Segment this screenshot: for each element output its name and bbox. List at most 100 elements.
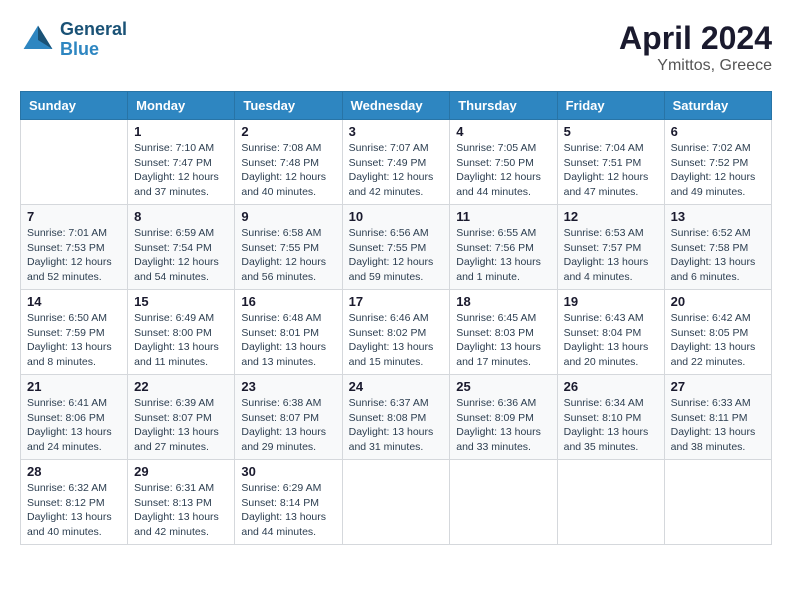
sunset: Sunset: 8:02 PM [349, 326, 444, 341]
sunset: Sunset: 7:51 PM [564, 156, 658, 171]
day-number: 6 [671, 124, 765, 139]
daylight: Daylight: 12 hours and 49 minutes. [671, 170, 765, 199]
sunrise: Sunrise: 6:34 AM [564, 396, 658, 411]
day-number: 14 [27, 294, 121, 309]
day-info: Sunrise: 6:31 AM Sunset: 8:13 PM Dayligh… [134, 481, 228, 540]
calendar-cell: 5 Sunrise: 7:04 AM Sunset: 7:51 PM Dayli… [557, 120, 664, 205]
daylight: Daylight: 13 hours and 13 minutes. [241, 340, 335, 369]
sunset: Sunset: 8:13 PM [134, 496, 228, 511]
daylight: Daylight: 13 hours and 22 minutes. [671, 340, 765, 369]
day-info: Sunrise: 6:32 AM Sunset: 8:12 PM Dayligh… [27, 481, 121, 540]
sunset: Sunset: 8:14 PM [241, 496, 335, 511]
day-info: Sunrise: 6:45 AM Sunset: 8:03 PM Dayligh… [456, 311, 550, 370]
calendar-cell: 10 Sunrise: 6:56 AM Sunset: 7:55 PM Dayl… [342, 205, 450, 290]
daylight: Daylight: 13 hours and 27 minutes. [134, 425, 228, 454]
daylight: Daylight: 13 hours and 33 minutes. [456, 425, 550, 454]
day-number: 8 [134, 209, 228, 224]
calendar-cell: 11 Sunrise: 6:55 AM Sunset: 7:56 PM Dayl… [450, 205, 557, 290]
daylight: Daylight: 13 hours and 38 minutes. [671, 425, 765, 454]
daylight: Daylight: 13 hours and 29 minutes. [241, 425, 335, 454]
day-info: Sunrise: 7:10 AM Sunset: 7:47 PM Dayligh… [134, 141, 228, 200]
sunrise: Sunrise: 7:04 AM [564, 141, 658, 156]
day-info: Sunrise: 6:29 AM Sunset: 8:14 PM Dayligh… [241, 481, 335, 540]
calendar-week-row: 28 Sunrise: 6:32 AM Sunset: 8:12 PM Dayl… [21, 460, 772, 545]
day-number: 2 [241, 124, 335, 139]
sunrise: Sunrise: 6:32 AM [27, 481, 121, 496]
sunrise: Sunrise: 6:50 AM [27, 311, 121, 326]
calendar-cell: 18 Sunrise: 6:45 AM Sunset: 8:03 PM Dayl… [450, 290, 557, 375]
calendar-week-row: 1 Sunrise: 7:10 AM Sunset: 7:47 PM Dayli… [21, 120, 772, 205]
calendar-cell: 12 Sunrise: 6:53 AM Sunset: 7:57 PM Dayl… [557, 205, 664, 290]
calendar-table: SundayMondayTuesdayWednesdayThursdayFrid… [20, 91, 772, 545]
sunrise: Sunrise: 6:52 AM [671, 226, 765, 241]
calendar-cell: 19 Sunrise: 6:43 AM Sunset: 8:04 PM Dayl… [557, 290, 664, 375]
daylight: Daylight: 13 hours and 15 minutes. [349, 340, 444, 369]
day-info: Sunrise: 6:41 AM Sunset: 8:06 PM Dayligh… [27, 396, 121, 455]
calendar-cell: 3 Sunrise: 7:07 AM Sunset: 7:49 PM Dayli… [342, 120, 450, 205]
sunrise: Sunrise: 6:58 AM [241, 226, 335, 241]
sunrise: Sunrise: 6:31 AM [134, 481, 228, 496]
daylight: Daylight: 13 hours and 35 minutes. [564, 425, 658, 454]
daylight: Daylight: 12 hours and 52 minutes. [27, 255, 121, 284]
sunset: Sunset: 7:58 PM [671, 241, 765, 256]
calendar-cell: 7 Sunrise: 7:01 AM Sunset: 7:53 PM Dayli… [21, 205, 128, 290]
calendar-cell: 14 Sunrise: 6:50 AM Sunset: 7:59 PM Dayl… [21, 290, 128, 375]
daylight: Daylight: 12 hours and 42 minutes. [349, 170, 444, 199]
day-info: Sunrise: 6:37 AM Sunset: 8:08 PM Dayligh… [349, 396, 444, 455]
sunrise: Sunrise: 7:10 AM [134, 141, 228, 156]
logo-icon [20, 22, 56, 58]
day-info: Sunrise: 6:49 AM Sunset: 8:00 PM Dayligh… [134, 311, 228, 370]
day-info: Sunrise: 6:59 AM Sunset: 7:54 PM Dayligh… [134, 226, 228, 285]
day-info: Sunrise: 6:56 AM Sunset: 7:55 PM Dayligh… [349, 226, 444, 285]
daylight: Daylight: 13 hours and 11 minutes. [134, 340, 228, 369]
day-info: Sunrise: 6:52 AM Sunset: 7:58 PM Dayligh… [671, 226, 765, 285]
calendar-header-row: SundayMondayTuesdayWednesdayThursdayFrid… [21, 92, 772, 120]
sunrise: Sunrise: 6:38 AM [241, 396, 335, 411]
sunset: Sunset: 7:56 PM [456, 241, 550, 256]
day-number: 20 [671, 294, 765, 309]
calendar-cell: 1 Sunrise: 7:10 AM Sunset: 7:47 PM Dayli… [128, 120, 235, 205]
daylight: Daylight: 13 hours and 40 minutes. [27, 510, 121, 539]
sunset: Sunset: 8:07 PM [134, 411, 228, 426]
daylight: Daylight: 13 hours and 17 minutes. [456, 340, 550, 369]
calendar-day-header: Saturday [664, 92, 771, 120]
calendar-day-header: Wednesday [342, 92, 450, 120]
daylight: Daylight: 13 hours and 42 minutes. [134, 510, 228, 539]
calendar-cell [557, 460, 664, 545]
day-info: Sunrise: 7:04 AM Sunset: 7:51 PM Dayligh… [564, 141, 658, 200]
daylight: Daylight: 13 hours and 20 minutes. [564, 340, 658, 369]
day-number: 5 [564, 124, 658, 139]
calendar-week-row: 14 Sunrise: 6:50 AM Sunset: 7:59 PM Dayl… [21, 290, 772, 375]
calendar-cell: 6 Sunrise: 7:02 AM Sunset: 7:52 PM Dayli… [664, 120, 771, 205]
sunrise: Sunrise: 6:36 AM [456, 396, 550, 411]
calendar-cell: 27 Sunrise: 6:33 AM Sunset: 8:11 PM Dayl… [664, 375, 771, 460]
day-info: Sunrise: 6:53 AM Sunset: 7:57 PM Dayligh… [564, 226, 658, 285]
sunset: Sunset: 7:50 PM [456, 156, 550, 171]
daylight: Daylight: 13 hours and 24 minutes. [27, 425, 121, 454]
sunset: Sunset: 8:00 PM [134, 326, 228, 341]
day-number: 28 [27, 464, 121, 479]
day-number: 13 [671, 209, 765, 224]
calendar-cell: 9 Sunrise: 6:58 AM Sunset: 7:55 PM Dayli… [235, 205, 342, 290]
day-info: Sunrise: 6:34 AM Sunset: 8:10 PM Dayligh… [564, 396, 658, 455]
sunset: Sunset: 7:49 PM [349, 156, 444, 171]
sunrise: Sunrise: 6:46 AM [349, 311, 444, 326]
calendar-week-row: 7 Sunrise: 7:01 AM Sunset: 7:53 PM Dayli… [21, 205, 772, 290]
sunrise: Sunrise: 6:33 AM [671, 396, 765, 411]
calendar-day-header: Thursday [450, 92, 557, 120]
calendar-cell: 26 Sunrise: 6:34 AM Sunset: 8:10 PM Dayl… [557, 375, 664, 460]
sunset: Sunset: 7:48 PM [241, 156, 335, 171]
day-info: Sunrise: 6:43 AM Sunset: 8:04 PM Dayligh… [564, 311, 658, 370]
day-number: 27 [671, 379, 765, 394]
day-info: Sunrise: 7:05 AM Sunset: 7:50 PM Dayligh… [456, 141, 550, 200]
calendar-cell: 17 Sunrise: 6:46 AM Sunset: 8:02 PM Dayl… [342, 290, 450, 375]
day-info: Sunrise: 6:50 AM Sunset: 7:59 PM Dayligh… [27, 311, 121, 370]
page-header: General Blue April 2024 Ymittos, Greece [20, 20, 772, 75]
daylight: Daylight: 13 hours and 44 minutes. [241, 510, 335, 539]
calendar-cell: 16 Sunrise: 6:48 AM Sunset: 8:01 PM Dayl… [235, 290, 342, 375]
calendar-day-header: Sunday [21, 92, 128, 120]
calendar-cell: 20 Sunrise: 6:42 AM Sunset: 8:05 PM Dayl… [664, 290, 771, 375]
day-number: 29 [134, 464, 228, 479]
day-info: Sunrise: 6:55 AM Sunset: 7:56 PM Dayligh… [456, 226, 550, 285]
day-info: Sunrise: 7:08 AM Sunset: 7:48 PM Dayligh… [241, 141, 335, 200]
